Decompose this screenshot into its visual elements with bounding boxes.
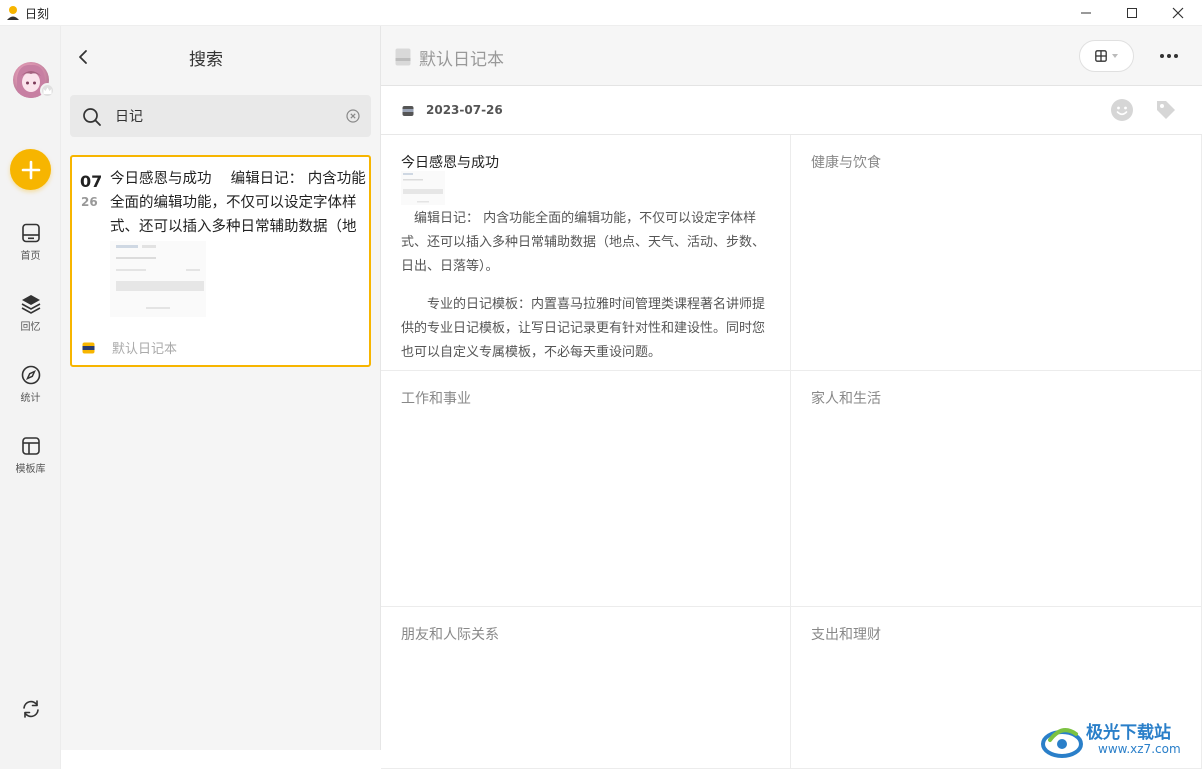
watermark: 极光下载站 www.xz7.com [1040, 718, 1195, 764]
main-header: 默认日记本 [381, 26, 1202, 86]
search-box[interactable] [70, 95, 371, 137]
window-title: 日刻 [25, 7, 50, 21]
section-paragraph: 专业的日记模板：内置喜马拉雅时间管理类课程著名讲师提供的专业日记模板，让写日记记… [401, 297, 766, 360]
more-options-button[interactable] [1157, 46, 1181, 66]
section-title: 工作和事业 [401, 391, 471, 407]
result-notebook-name: 默认日记本 [112, 342, 178, 357]
result-day: 07 [80, 172, 103, 191]
section-grid: 今日感恩与成功 编辑日记： 内含功能全面的编辑功能，不仅可以设定字体样式、还可以… [381, 135, 1202, 769]
section-family[interactable]: 家人和生活 [791, 371, 1202, 607]
sidebar-item-label: 回忆 [20, 322, 41, 333]
section-health[interactable]: 健康与饮食 [791, 135, 1202, 371]
search-panel: 搜索 07 26 今日感恩与成功 编辑日记： 内含功能全面的编辑功能，不仅可以设… [61, 26, 381, 769]
more-horizontal-icon [1160, 54, 1178, 58]
maximize-icon [1127, 8, 1137, 18]
entry-date: 2023-07-26 [426, 103, 503, 117]
search-result-card[interactable]: 07 26 今日感恩与成功 编辑日记： 内含功能全面的编辑功能，不仅可以设定字体… [70, 155, 371, 367]
crown-icon [43, 87, 52, 94]
nav-rail: 首页 回忆 统计 模板库 [0, 26, 61, 769]
sidebar-item-label: 首页 [20, 251, 41, 262]
search-input[interactable] [115, 106, 335, 126]
minimize-icon [1081, 12, 1091, 14]
caret-down-icon [1112, 54, 1118, 58]
sidebar-item-label: 统计 [20, 393, 41, 404]
watermark-logo-icon [1041, 728, 1083, 758]
sync-icon[interactable] [20, 698, 42, 720]
compass-icon [21, 365, 40, 385]
section-title: 支出和理财 [811, 627, 881, 643]
sidebar-item-templates[interactable]: 模板库 [0, 435, 61, 485]
tag-icon[interactable] [1154, 98, 1178, 122]
home-icon [21, 223, 40, 243]
app-logo-icon [7, 6, 19, 20]
close-icon [1172, 7, 1184, 19]
vip-badge [40, 83, 55, 98]
mood-icon[interactable] [1110, 98, 1134, 122]
entry-date-bar: 2023-07-26 [381, 86, 1202, 135]
sidebar-item-memory[interactable]: 回忆 [0, 293, 61, 343]
section-gratitude[interactable]: 今日感恩与成功 编辑日记： 内含功能全面的编辑功能，不仅可以设定字体样式、还可以… [381, 135, 791, 371]
notebook-icon [82, 342, 95, 354]
result-month: 26 [81, 195, 98, 209]
section-title: 健康与饮食 [811, 155, 881, 171]
section-title: 今日感恩与成功 [401, 155, 499, 171]
minimize-button[interactable] [1063, 0, 1109, 26]
entry-image-icon [401, 171, 445, 205]
sidebar-item-home[interactable]: 首页 [0, 222, 61, 272]
section-body: 编辑日记： 内含功能全面的编辑功能，不仅可以设定字体样式、还可以插入多种日常辅助… [401, 207, 773, 370]
layers-icon [21, 295, 40, 314]
panel-footer [61, 750, 381, 769]
sidebar-item-stats[interactable]: 统计 [0, 364, 61, 414]
sidebar-item-label: 模板库 [15, 464, 46, 475]
add-diary-button[interactable] [10, 149, 51, 190]
template-icon [21, 437, 40, 455]
section-friends[interactable]: 朋友和人际关系 [381, 607, 791, 769]
watermark-url: www.xz7.com [1098, 742, 1181, 756]
notebook-icon [402, 106, 414, 116]
panel-title: 搜索 [189, 50, 223, 70]
close-button[interactable] [1155, 0, 1201, 26]
section-title: 朋友和人际关系 [401, 627, 499, 643]
layout-toggle-button[interactable] [1079, 40, 1134, 72]
watermark-text: 极光下载站 [1086, 723, 1171, 743]
section-paragraph: 编辑日记： 内含功能全面的编辑功能，不仅可以设定字体样式、还可以插入多种日常辅助… [401, 211, 766, 274]
grid-view-icon [1095, 50, 1107, 62]
section-work[interactable]: 工作和事业 [381, 371, 791, 607]
notebook-icon [395, 48, 411, 66]
result-thumbnail-icon [110, 241, 206, 317]
search-icon [83, 108, 101, 126]
maximize-button[interactable] [1109, 0, 1155, 26]
clear-search-icon[interactable] [346, 109, 360, 123]
notebook-title: 默认日记本 [419, 50, 504, 70]
plus-icon [21, 160, 40, 179]
section-title: 家人和生活 [811, 391, 881, 407]
result-excerpt: 今日感恩与成功 编辑日记： 内含功能全面的编辑功能，不仅可以设定字体样式、还可以… [110, 171, 366, 235]
title-bar: 日刻 [0, 0, 1202, 26]
